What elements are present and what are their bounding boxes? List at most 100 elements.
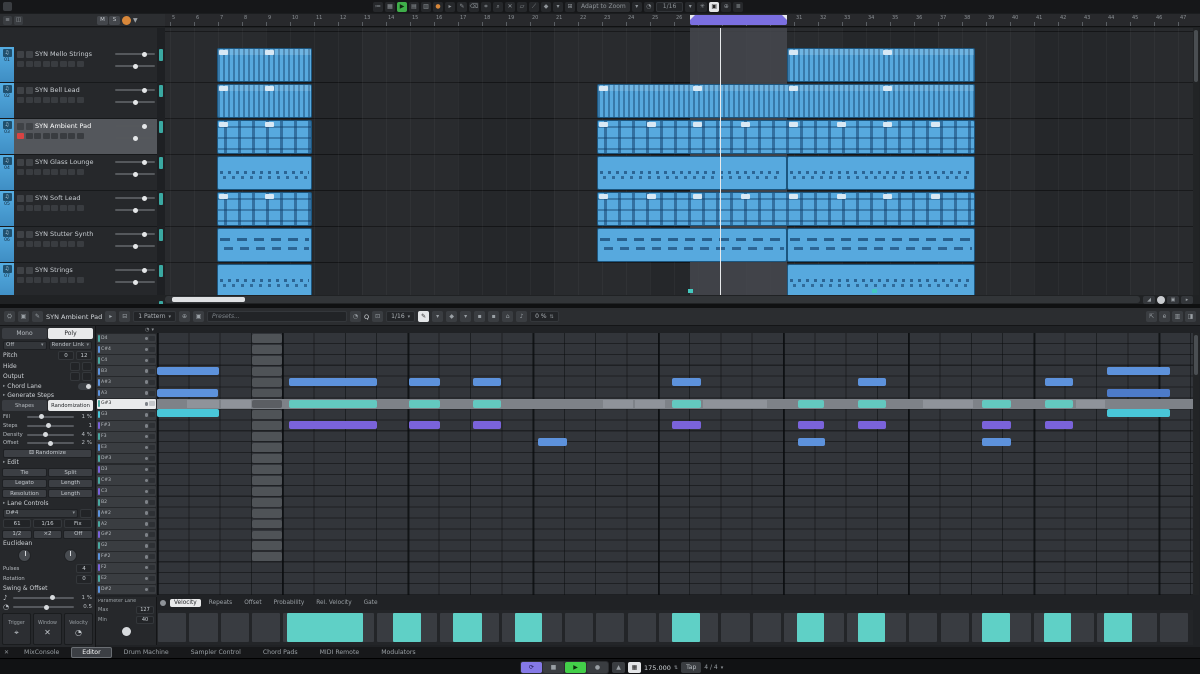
output-button[interactable] (70, 372, 80, 381)
midi-note[interactable] (672, 378, 701, 386)
track-row[interactable]: ♫06SYN Stutter Synth (0, 227, 157, 263)
zoom-control-icon[interactable] (1157, 296, 1165, 304)
toolbar-icon[interactable]: ▶ (397, 2, 407, 12)
lane-mute-dot[interactable] (145, 391, 149, 395)
mute-button[interactable] (17, 195, 24, 202)
solo-button[interactable] (26, 195, 33, 202)
toolbar-icon[interactable]: ▣ (709, 2, 719, 12)
zoom-control-icon[interactable]: ▣ (1167, 296, 1179, 304)
step-cell[interactable] (941, 613, 969, 642)
toolbar-icon[interactable]: ⌗ (481, 2, 491, 12)
midi-note[interactable] (289, 378, 377, 386)
lane-settings-button[interactable] (149, 369, 155, 374)
lane-header-row[interactable]: F#2 (97, 552, 156, 562)
cycle-region-marker[interactable] (690, 15, 787, 25)
bottom-tab-midi-remote[interactable]: MIDI Remote (310, 648, 370, 657)
velocity-lane[interactable] (157, 610, 1193, 645)
track-color-strip[interactable]: ♫03 (0, 119, 14, 154)
track-control-button[interactable] (43, 277, 50, 283)
midi-note[interactable] (1045, 400, 1073, 408)
editor-toolbar-icon[interactable]: ⊡ (372, 311, 383, 322)
solo-button[interactable] (26, 51, 33, 58)
track-control-button[interactable] (68, 61, 75, 67)
track-control-button[interactable] (26, 241, 33, 247)
toolbar-icon[interactable]: ⟋ (529, 2, 539, 12)
swing-slider[interactable] (13, 597, 74, 599)
lane-button-2[interactable]: ×2 (33, 530, 63, 539)
lane-column-header-icon[interactable]: ◔ (145, 327, 149, 333)
solo-button[interactable] (26, 231, 33, 238)
lane-note-dropdown[interactable]: D#4▾ (3, 509, 78, 518)
parameter-lane-icon[interactable] (160, 600, 166, 606)
editor-toolbar-icon[interactable]: ✎ (418, 311, 429, 322)
pan-slider[interactable] (115, 173, 155, 175)
track-divider-strip[interactable] (157, 28, 165, 295)
midi-note[interactable] (1107, 409, 1170, 417)
lane-header-row[interactable]: C#3 (97, 475, 156, 485)
filter-icon[interactable]: ▼ (133, 17, 138, 24)
midi-note[interactable] (409, 421, 440, 429)
track-control-button[interactable] (68, 133, 75, 139)
timeline-ruler[interactable]: 5678910111213141516171819202122232425262… (165, 14, 1200, 27)
dropdown-render-link[interactable]: Render Link▾ (49, 341, 93, 350)
stop-button[interactable]: ■ (543, 662, 564, 673)
lane-settings-button[interactable] (149, 511, 155, 516)
track-color-strip[interactable]: ♫02 (0, 83, 14, 118)
velocity-bar[interactable] (982, 613, 1010, 642)
pan-slider[interactable] (115, 137, 155, 139)
velocity-bar[interactable] (672, 613, 700, 642)
inspector-tab-poly[interactable]: Poly (48, 328, 93, 339)
edit-button-length[interactable]: Length (48, 479, 93, 488)
track-control-button[interactable] (77, 97, 84, 103)
track-control-button[interactable] (43, 241, 50, 247)
toolbar-icon[interactable]: ≔ (373, 2, 383, 12)
bottom-tab-editor[interactable]: Editor (71, 647, 111, 658)
lane-header-row[interactable]: C#4 (97, 344, 156, 354)
pan-slider[interactable] (115, 101, 155, 103)
parameter-lane-knob[interactable] (122, 627, 131, 636)
lane-settings-button[interactable] (149, 456, 155, 461)
step-cell[interactable] (158, 613, 186, 642)
track-control-button[interactable] (43, 61, 50, 67)
track-control-button[interactable] (34, 277, 41, 283)
lane-mute-dot[interactable] (145, 555, 149, 559)
velocity-tab-repeats[interactable]: Repeats (205, 599, 236, 607)
lane-header-row[interactable]: D4 (97, 334, 156, 344)
knob-value[interactable]: 4 (76, 564, 92, 573)
toolbar-icon[interactable]: ▥ (421, 2, 431, 12)
lane-settings-button[interactable] (149, 576, 155, 581)
track-control-button[interactable] (34, 61, 41, 67)
step-cell[interactable] (189, 613, 217, 642)
zoom-control-icon[interactable]: ▸ (1181, 296, 1193, 304)
track-control-button[interactable] (60, 97, 67, 103)
midi-note[interactable] (289, 400, 377, 408)
midi-clip[interactable] (597, 84, 975, 118)
toolbar-icon[interactable]: ⊕ (721, 2, 731, 12)
inspector-tab-mono[interactable]: Mono (2, 328, 47, 339)
lane-mute-dot[interactable] (145, 533, 149, 537)
inspector-slider[interactable] (27, 434, 74, 436)
toolbar-icon[interactable]: ▸ (445, 2, 455, 12)
record-arm-button[interactable] (17, 133, 24, 139)
lane-value[interactable]: 61 (3, 519, 31, 528)
track-handle[interactable] (159, 157, 163, 169)
editor-toolbar-icon[interactable]: ⛭ (4, 311, 15, 322)
lane-header-row[interactable]: G#2 (97, 530, 156, 540)
lane-mute-dot[interactable] (145, 566, 149, 570)
inspector-slider[interactable] (27, 416, 74, 418)
randomize-button[interactable]: ⚄ Randomize (3, 449, 92, 458)
lane-header-row[interactable]: D#2 (97, 585, 156, 595)
editor-toolbar-icon[interactable]: ▥ (1172, 311, 1183, 322)
lane-mute-dot[interactable] (145, 413, 149, 417)
step-cell[interactable] (721, 613, 749, 642)
track-control-button[interactable] (51, 205, 58, 211)
track-control-button[interactable] (26, 205, 33, 211)
lane-mute-dot[interactable] (145, 435, 149, 439)
lane-settings-button[interactable] (149, 478, 155, 483)
track-control-button[interactable] (68, 169, 75, 175)
track-control-button[interactable] (51, 133, 58, 139)
velocity-tab-gate[interactable]: Gate (360, 599, 382, 607)
track-control-button[interactable] (34, 169, 41, 175)
lane-settings-button[interactable] (149, 336, 155, 341)
editor-toolbar-icon[interactable]: ◨ (1185, 311, 1196, 322)
